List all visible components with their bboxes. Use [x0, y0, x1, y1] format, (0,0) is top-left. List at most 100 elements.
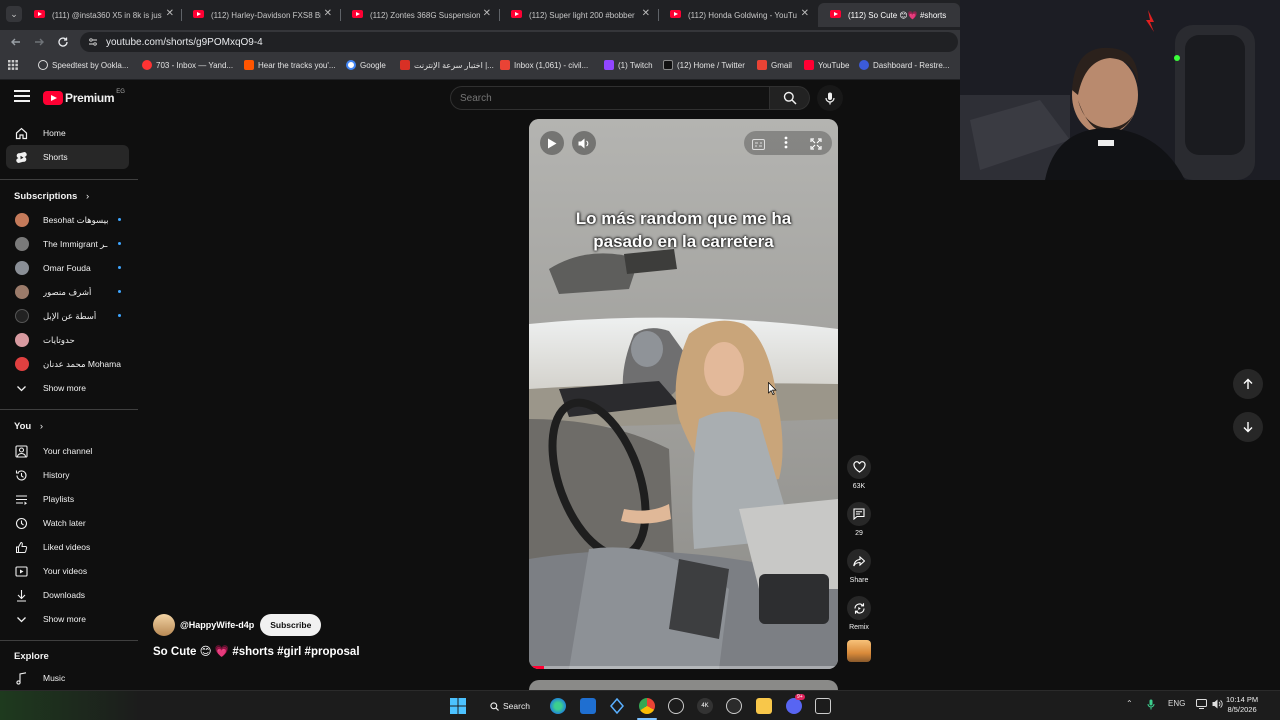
taskbar-search-button[interactable]: Search — [481, 695, 541, 717]
windows-start-icon[interactable] — [450, 698, 466, 714]
hamburger-menu-icon[interactable] — [14, 90, 30, 104]
sidebar-item-your-channel[interactable]: Your channel — [6, 439, 129, 463]
subscribe-button[interactable]: Subscribe — [260, 614, 322, 636]
subscription-channel[interactable]: محمد عدنان Mohamad... — [6, 352, 129, 376]
next-short-preview[interactable] — [529, 680, 838, 690]
sidebar-item-your-videos[interactable]: Your videos — [6, 559, 129, 583]
apps-grid-icon[interactable] — [8, 60, 18, 70]
next-short-button[interactable] — [1233, 412, 1263, 442]
bookmark-item[interactable]: 703 - Inbox — Yand... — [142, 60, 233, 70]
tab-close-icon[interactable]: ✕ — [642, 8, 650, 19]
forward-arrow-icon[interactable] — [31, 34, 47, 50]
tab-search-dropdown-button[interactable]: ⌄ — [6, 6, 22, 22]
more-options-button[interactable] — [784, 136, 788, 154]
sound-thumbnail[interactable] — [847, 640, 871, 662]
browser-tab[interactable]: (111) @insta360 X5 in 8k is just ✕ — [22, 3, 182, 27]
discord-icon[interactable]: 9+ — [786, 694, 805, 714]
remix-button[interactable]: Remix — [846, 596, 872, 631]
subscription-channel[interactable]: Besohat بيسوهات — [6, 208, 129, 232]
speaker-tray-icon[interactable] — [1212, 699, 1223, 711]
sidebar-item-label: Downloads — [43, 590, 86, 600]
subscriptions-heading[interactable]: Subscriptions › — [14, 191, 89, 202]
sidebar-item-music[interactable]: Music — [6, 666, 129, 690]
fullscreen-button[interactable] — [810, 137, 822, 155]
subscription-channel[interactable]: Omar Fouda — [6, 256, 129, 280]
tray-overflow-chevron-icon[interactable]: ⌃ — [1126, 699, 1133, 708]
address-bar[interactable]: youtube.com/shorts/g9POMxqO9-4 — [80, 32, 958, 52]
subscription-channel[interactable]: The Immigrant ـر — [6, 232, 129, 256]
taskbar-clock[interactable]: 10:14 PM 8/5/2026 — [1226, 695, 1258, 715]
browser-tab[interactable]: (112) Honda Goldwing - YouTu ✕ — [658, 3, 817, 27]
subscription-channel[interactable]: حدوتايات — [6, 328, 129, 352]
shorts-video-player[interactable]: Lo más random que me ha pasado en la car… — [529, 119, 838, 669]
you-show-more[interactable]: Show more — [6, 607, 129, 631]
tab-close-icon[interactable]: ✕ — [324, 8, 332, 19]
tab-close-icon[interactable]: ✕ — [166, 8, 174, 19]
bookmark-item[interactable]: Hear the tracks you'... — [244, 60, 336, 70]
bookmark-item[interactable]: Gmail — [757, 60, 792, 70]
bookmark-item[interactable]: (1) Twitch — [604, 60, 653, 70]
sidebar-item-history[interactable]: History — [6, 463, 129, 487]
youtube-favicon-icon — [670, 10, 681, 18]
subscription-channel[interactable]: أشرف منصور — [6, 280, 129, 304]
share-button[interactable]: Share — [846, 549, 872, 584]
wordpress-icon[interactable] — [726, 698, 742, 714]
site-info-icon[interactable] — [88, 37, 98, 47]
input-language[interactable]: ENG — [1168, 699, 1185, 708]
app-icon[interactable] — [668, 698, 684, 714]
captions-button[interactable] — [752, 137, 765, 155]
search-button[interactable] — [770, 86, 810, 110]
video-progress-bar[interactable] — [529, 666, 838, 669]
chrome-icon[interactable] — [639, 698, 655, 714]
app-icon[interactable] — [609, 697, 625, 715]
display-tray-icon[interactable] — [1196, 699, 1207, 711]
bookmark-item[interactable]: Google — [346, 60, 386, 70]
youtube-premium-logo[interactable]: Premium EG — [43, 89, 125, 106]
browser-tab-strip: ⌄ (111) @insta360 X5 in 8k is just ✕ (11… — [0, 0, 960, 30]
sidebar-item-liked-videos[interactable]: Liked videos — [6, 535, 129, 559]
file-explorer-icon[interactable] — [756, 698, 772, 714]
outlook-icon[interactable] — [580, 698, 596, 714]
subscription-channel[interactable]: أسطة عن الإبل — [6, 304, 129, 328]
previous-short-button[interactable] — [1233, 369, 1263, 399]
chevron-down-icon — [17, 386, 26, 392]
search-input[interactable] — [450, 86, 770, 110]
sidebar-item-shorts[interactable]: Shorts — [6, 145, 129, 169]
video-title[interactable]: So Cute 😊 💗 #shorts #girl #proposal — [153, 644, 360, 658]
bookmark-item[interactable]: اختبار سرعة الإنترنت |... — [400, 60, 494, 70]
show-desktop-button[interactable] — [1270, 699, 1276, 713]
you-heading[interactable]: You › — [14, 421, 43, 432]
browser-tab-active[interactable]: (112) So Cute 😊💗 #shorts #g — [818, 3, 960, 27]
explore-heading: Explore — [14, 651, 49, 662]
sidebar-item-home[interactable]: Home — [6, 121, 129, 145]
tab-close-icon[interactable]: ✕ — [801, 8, 809, 19]
like-button[interactable]: 63K — [846, 455, 872, 490]
4k-app-icon[interactable]: 4K — [697, 698, 713, 714]
browser-tab[interactable]: (112) Zontes 368G Suspension ✕ — [340, 3, 499, 27]
bookmark-item[interactable]: Inbox (1,061) - civil... — [500, 60, 588, 70]
volume-button[interactable] — [572, 131, 596, 155]
browser-tab[interactable]: (112) Harley-Davidson FXS8 Br ✕ — [181, 3, 340, 27]
edge-icon[interactable] — [550, 698, 566, 714]
reload-icon[interactable] — [55, 34, 71, 50]
tab-close-icon[interactable]: ✕ — [483, 8, 491, 19]
channel-handle[interactable]: @HappyWife-d4p — [180, 620, 254, 630]
channel-avatar[interactable] — [153, 614, 175, 636]
sidebar-item-watch-later[interactable]: Watch later — [6, 511, 129, 535]
sidebar-item-playlists[interactable]: Playlists — [6, 487, 129, 511]
bookmark-item[interactable]: Dashboard - Restre... — [859, 60, 949, 70]
browser-tab[interactable]: (112) Super light 200 #bobber ✕ — [499, 3, 658, 27]
tab-title: (112) Harley-Davidson FXS8 Br — [211, 10, 321, 20]
microphone-tray-icon[interactable] — [1147, 699, 1155, 712]
bookmark-item[interactable]: YouTube — [804, 60, 849, 70]
subscriptions-show-more[interactable]: Show more — [6, 376, 129, 400]
sidebar-item-downloads[interactable]: Downloads — [6, 583, 129, 607]
bookmark-item[interactable]: Speedtest by Ookla... — [38, 60, 129, 70]
app-icon[interactable] — [815, 698, 831, 714]
sidebar-item-label: History — [43, 470, 70, 480]
back-arrow-icon[interactable] — [8, 34, 24, 50]
bookmark-item[interactable]: (12) Home / Twitter — [663, 60, 745, 70]
voice-search-button[interactable] — [817, 85, 843, 111]
comments-button[interactable]: 29 — [846, 502, 872, 537]
play-button[interactable] — [540, 131, 564, 155]
